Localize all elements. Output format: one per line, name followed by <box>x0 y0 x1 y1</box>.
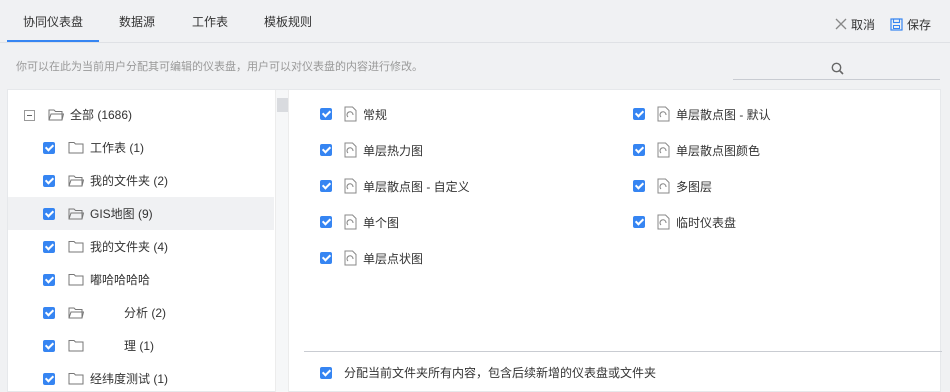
tab-template-rules[interactable]: 模板规则 <box>264 13 312 29</box>
tree-item-label: 经纬度测试 (1) <box>90 372 169 386</box>
tree-item-label: 我的文件夹 (2) <box>90 174 169 188</box>
checkbox[interactable] <box>320 216 332 228</box>
checkbox[interactable] <box>633 108 645 120</box>
checkbox[interactable] <box>43 207 55 220</box>
dashboard-item[interactable]: 单层散点图 - 默认 <box>633 104 771 124</box>
tree-root[interactable]: 全部 (1686) <box>8 98 274 131</box>
tree-item[interactable]: 分析 (2) <box>8 296 274 329</box>
assignment-panel: 全部 (1686) 工作表 (1) 我的文件夹 (2) GIS地图 (9) 我的… <box>7 89 942 392</box>
checkbox[interactable] <box>320 144 332 156</box>
dashboard-item[interactable]: 临时仪表盘 <box>633 212 736 232</box>
cancel-label: 取消 <box>851 17 876 32</box>
dashboard-file-icon <box>344 250 357 266</box>
tree-item[interactable]: 工作表 (1) <box>8 131 274 164</box>
dashboard-label: 单层散点图 - 默认 <box>676 107 771 122</box>
folder-icon <box>68 142 84 154</box>
checkbox[interactable] <box>320 108 332 120</box>
tree-item[interactable]: 经纬度测试 (1) <box>8 362 274 392</box>
assign-all-checkbox[interactable] <box>320 366 332 379</box>
folder-open-icon <box>68 175 84 187</box>
dashboard-file-icon <box>344 106 357 122</box>
folder-icon <box>68 274 84 286</box>
search-icon[interactable] <box>831 62 844 75</box>
active-tab-indicator <box>7 40 99 42</box>
dashboard-file-icon <box>657 142 670 158</box>
tree-item-label: GIS地图 (9) <box>90 207 153 221</box>
checkbox[interactable] <box>633 180 645 192</box>
dashboard-item[interactable]: 多图层 <box>633 176 712 196</box>
tree-item-label: 理 (1) <box>124 339 155 353</box>
tree-scrollbar[interactable] <box>275 90 289 392</box>
checkbox[interactable] <box>43 306 55 319</box>
tree-item[interactable]: 我的文件夹 (2) <box>8 164 274 197</box>
save-icon <box>890 17 903 31</box>
dashboard-label: 单层点状图 <box>363 251 424 266</box>
dashboard-label: 多图层 <box>676 179 713 194</box>
tree-item-label: 我的文件夹 (4) <box>90 240 169 254</box>
checkbox[interactable] <box>43 174 55 187</box>
tree-item[interactable]: GIS地图 (9) <box>8 197 274 230</box>
tree-root-label: 全部 (1686) <box>70 108 133 122</box>
tab-worksheet[interactable]: 工作表 <box>192 13 228 29</box>
save-label: 保存 <box>907 17 932 32</box>
tree-item-label: 分析 (2) <box>124 306 167 320</box>
dashboard-item[interactable]: 常规 <box>320 104 387 124</box>
checkbox[interactable] <box>43 339 55 352</box>
tree-item[interactable]: 嘟哈哈哈哈 <box>8 263 274 296</box>
footer-bar: 分配当前文件夹所有内容，包含后续新增的仪表盘或文件夹 <box>304 351 942 392</box>
tab-datasource[interactable]: 数据源 <box>119 13 155 29</box>
cancel-button[interactable]: 取消 <box>835 16 875 32</box>
checkbox[interactable] <box>43 141 55 154</box>
checkbox[interactable] <box>43 240 55 253</box>
dashboard-label: 常规 <box>363 107 388 122</box>
assign-all-option[interactable]: 分配当前文件夹所有内容，包含后续新增的仪表盘或文件夹 <box>320 364 656 381</box>
folder-icon <box>68 241 84 253</box>
checkbox[interactable] <box>43 372 55 385</box>
dashboard-item[interactable]: 单层点状图 <box>320 248 423 268</box>
folder-open-icon <box>48 109 64 121</box>
dashboard-label: 单层热力图 <box>363 143 424 158</box>
checkbox[interactable] <box>320 180 332 192</box>
tree-item[interactable]: 我的文件夹 (4) <box>8 230 274 263</box>
tab-collab-dashboard[interactable]: 协同仪表盘 <box>23 13 83 29</box>
dashboard-file-icon <box>344 178 357 194</box>
collapse-toggle-icon[interactable] <box>24 110 35 121</box>
dashboard-item[interactable]: 单个图 <box>320 212 399 232</box>
dashboard-file-icon <box>657 178 670 194</box>
checkbox[interactable] <box>633 216 645 228</box>
folder-tree: 全部 (1686) 工作表 (1) 我的文件夹 (2) GIS地图 (9) 我的… <box>8 90 275 392</box>
assign-all-label: 分配当前文件夹所有内容，包含后续新增的仪表盘或文件夹 <box>344 366 657 380</box>
checkbox[interactable] <box>320 252 332 264</box>
tree-item[interactable]: 理 (1) <box>8 329 274 362</box>
save-button[interactable]: 保存 <box>890 16 931 32</box>
tree-item-label: 工作表 (1) <box>90 141 145 155</box>
tree-item-label: 嘟哈哈哈哈 <box>90 273 151 287</box>
checkbox[interactable] <box>43 273 55 286</box>
page-description: 你可以在此为当前用户分配其可编辑的仪表盘，用户可以对仪表盘的内容进行修改。 <box>16 61 423 73</box>
dashboard-item[interactable]: 单层散点图颜色 <box>633 140 760 160</box>
dashboard-file-icon <box>344 214 357 230</box>
folder-icon <box>68 373 84 385</box>
folder-open-icon <box>68 307 84 319</box>
dashboard-file-icon <box>657 106 670 122</box>
tabs-bar: 协同仪表盘 数据源 工作表 模板规则 取消 保存 <box>0 0 950 43</box>
folder-icon <box>68 340 84 352</box>
dashboard-label: 单层散点图 - 自定义 <box>363 179 470 194</box>
dashboard-list: 常规 单层热力图 单层散点图 - 自定义 单个图 单层点状图 单层散点图 - 默… <box>304 90 942 352</box>
search-box[interactable] <box>733 56 940 80</box>
dashboard-file-icon <box>657 214 670 230</box>
folder-open-icon <box>68 208 84 220</box>
checkbox[interactable] <box>633 144 645 156</box>
dashboard-label: 单个图 <box>363 215 400 230</box>
dashboard-item[interactable]: 单层热力图 <box>320 140 423 160</box>
dashboard-label: 临时仪表盘 <box>676 215 737 230</box>
close-icon <box>835 18 847 30</box>
dashboard-file-icon <box>344 142 357 158</box>
scrollbar-thumb[interactable] <box>277 98 288 112</box>
dashboard-item[interactable]: 单层散点图 - 自定义 <box>320 176 470 196</box>
dashboard-label: 单层散点图颜色 <box>676 143 761 158</box>
